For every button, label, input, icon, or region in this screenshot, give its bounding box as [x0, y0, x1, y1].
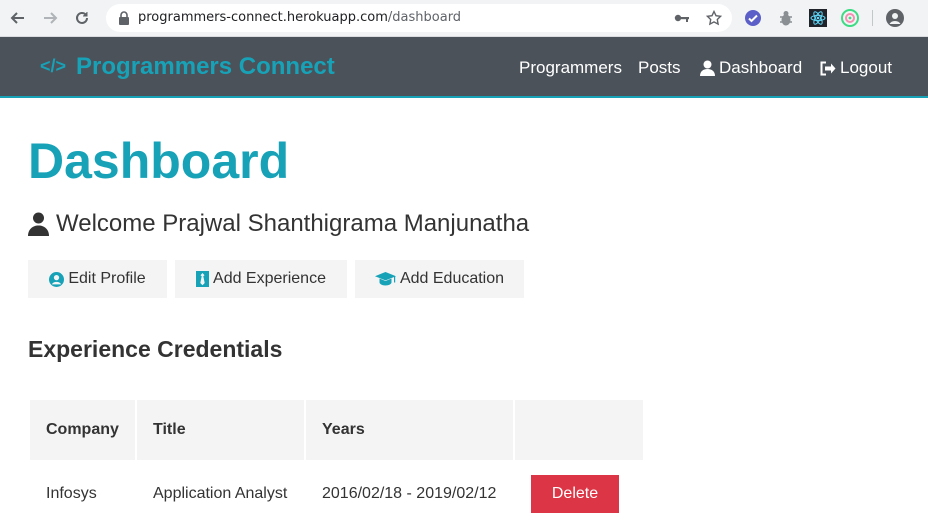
page-title: Dashboard [28, 133, 290, 189]
user-icon [28, 212, 49, 236]
sign-out-icon [820, 61, 836, 75]
graduation-cap-icon [374, 272, 396, 286]
url-path: /dashboard [387, 10, 462, 25]
browser-toolbar: programmers-connect.herokuapp.com/dashbo… [0, 0, 928, 37]
nav-link-label: Posts [638, 58, 681, 77]
nav-link-label: Logout [840, 58, 892, 77]
lock-icon[interactable] [116, 10, 132, 26]
app-navbar: </> Programmers Connect Programmers Posts… [0, 37, 928, 98]
column-header-actions [515, 400, 643, 460]
key-icon[interactable] [674, 10, 690, 26]
star-icon[interactable] [706, 10, 722, 26]
brand-link[interactable]: </> Programmers Connect [40, 53, 335, 81]
experience-table: Company Title Years Infosys Application … [28, 400, 645, 528]
column-header-title: Title [137, 400, 304, 460]
cell-company: Infosys [46, 485, 97, 502]
url-host: programmers-connect.herokuapp.com [138, 10, 388, 25]
edit-profile-label: Edit Profile [68, 270, 146, 287]
nav-link-label: Programmers [519, 58, 622, 77]
target-extension-icon[interactable] [841, 9, 859, 27]
table-header-row: Company Title Years [30, 400, 643, 460]
column-header-company: Company [30, 400, 135, 460]
extension-check-icon[interactable] [744, 9, 762, 27]
address-bar[interactable]: programmers-connect.herokuapp.com/dashbo… [106, 4, 732, 32]
react-devtools-icon[interactable] [809, 9, 827, 27]
cell-actions: Delete [515, 460, 643, 528]
column-header-years: Years [306, 400, 513, 460]
nav-link-label: Dashboard [719, 58, 803, 77]
delete-experience-button[interactable]: Delete [531, 475, 619, 513]
nav-link-posts[interactable]: Posts [638, 58, 681, 78]
reload-icon [76, 11, 88, 24]
welcome-text: Welcome Prajwal Shanthigrama Manjunatha [56, 210, 530, 237]
toolbar-divider [872, 10, 873, 26]
user-circle-icon [49, 271, 65, 287]
arrow-left-icon [10, 12, 24, 24]
cell-title: Application Analyst [153, 485, 288, 502]
nav-link-logout[interactable]: Logout [819, 58, 892, 78]
add-education-label: Add Education [399, 270, 505, 287]
add-education-button[interactable]: Add Education [355, 260, 524, 298]
welcome-message: Welcome Prajwal Shanthigrama Manjunatha [28, 210, 529, 238]
edit-profile-button[interactable]: Edit Profile [28, 260, 167, 298]
user-icon [700, 60, 715, 76]
nav-link-programmers[interactable]: Programmers [519, 58, 622, 78]
url-text[interactable]: programmers-connect.herokuapp.com/dashbo… [138, 10, 461, 25]
back-button[interactable] [8, 8, 28, 28]
code-icon: </> [40, 56, 67, 76]
forward-button[interactable] [40, 8, 60, 28]
add-experience-label: Add Experience [213, 270, 326, 287]
bug-icon[interactable] [777, 9, 795, 27]
arrow-right-icon [44, 12, 58, 24]
cell-years: 2016/02/18 - 2019/02/12 [322, 485, 497, 502]
black-tie-icon [196, 271, 210, 287]
table-row: Infosys Application Analyst 2016/02/18 -… [30, 460, 643, 528]
experience-heading: Experience Credentials [28, 336, 283, 362]
add-experience-button[interactable]: Add Experience [175, 260, 347, 298]
nav-link-dashboard[interactable]: Dashboard [700, 58, 802, 78]
reload-button[interactable] [72, 8, 92, 28]
profile-avatar-icon[interactable] [886, 9, 904, 27]
brand-text: Programmers Connect [76, 53, 335, 80]
